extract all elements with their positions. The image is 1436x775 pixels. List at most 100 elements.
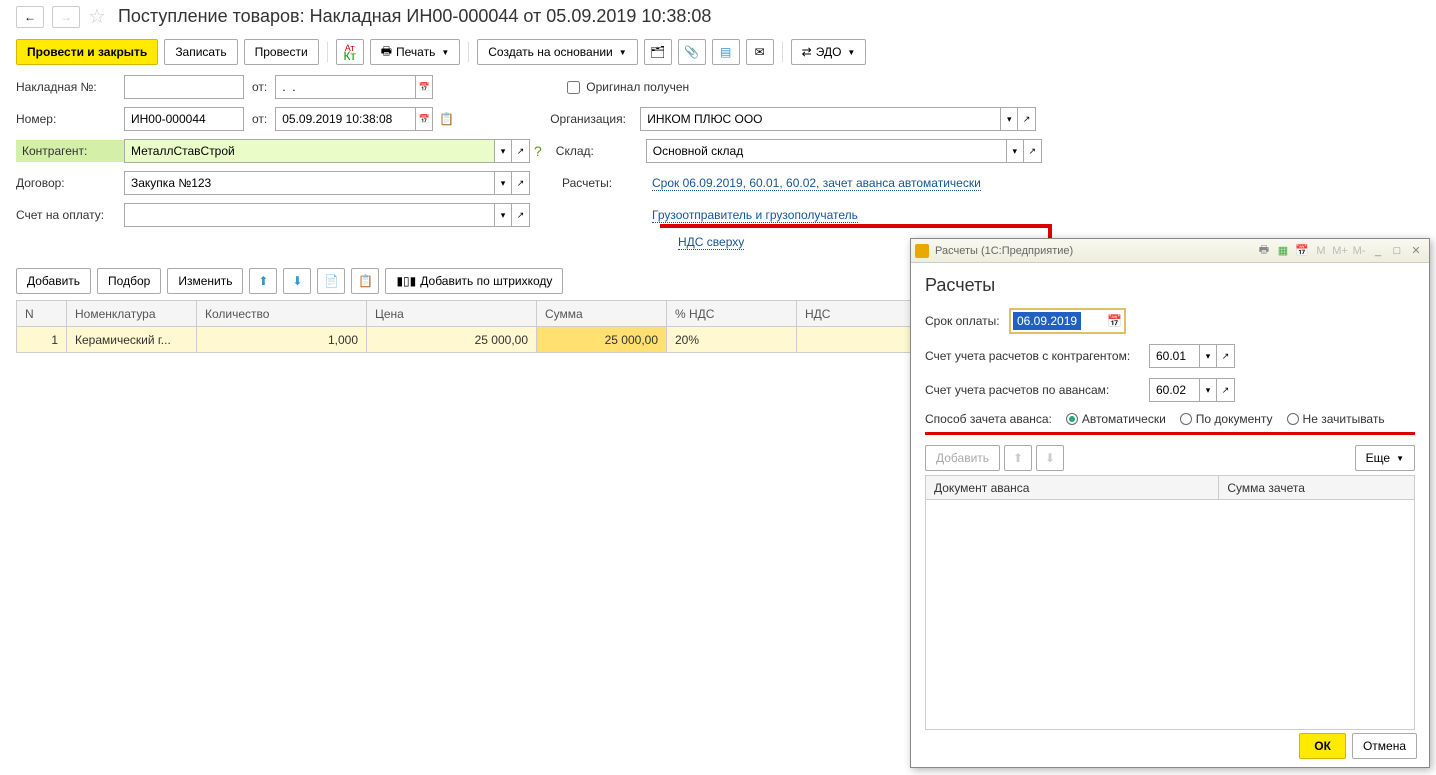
- invoice-no-input[interactable]: [124, 75, 244, 99]
- calendar-icon[interactable]: 📅: [415, 75, 433, 99]
- add-row-button[interactable]: Добавить: [16, 268, 91, 294]
- mplus-button[interactable]: M+: [1331, 242, 1349, 260]
- dropdown-icon[interactable]: ▾: [1006, 139, 1024, 163]
- payment-account-label: Счет на оплату:: [16, 208, 124, 222]
- radio-auto[interactable]: Автоматически: [1066, 412, 1166, 426]
- paste-icon[interactable]: 📋: [351, 268, 379, 294]
- advance-table: Документ аванса Сумма зачета: [925, 475, 1415, 500]
- col-n[interactable]: N: [17, 301, 67, 327]
- reglament-icon[interactable]: 📋: [439, 112, 454, 126]
- maximize-icon[interactable]: □: [1388, 242, 1406, 260]
- save-button[interactable]: Записать: [164, 39, 237, 65]
- cancel-button[interactable]: Отмена: [1352, 733, 1417, 759]
- org-label: Организация:: [550, 112, 640, 126]
- help-icon[interactable]: ?: [534, 143, 542, 159]
- open-icon[interactable]: ↗: [1024, 139, 1042, 163]
- shipper-link[interactable]: Грузоотправитель и грузополучатель: [652, 208, 858, 223]
- open-icon[interactable]: ↗: [512, 139, 530, 163]
- report-icon[interactable]: ▤: [712, 39, 740, 65]
- app-icon: [915, 244, 929, 258]
- datetime-input[interactable]: [275, 107, 415, 131]
- create-based-button[interactable]: Создать на основании▼: [477, 39, 637, 65]
- settlements-label: Расчеты:: [562, 176, 652, 190]
- mminus-button[interactable]: M-: [1350, 242, 1368, 260]
- back-button[interactable]: ←: [16, 6, 44, 28]
- print-button[interactable]: 🖶Печать▼: [370, 39, 461, 65]
- advance-method-label: Способ зачета аванса:: [925, 412, 1052, 426]
- favorite-star-icon[interactable]: ☆: [88, 4, 106, 29]
- col-doc[interactable]: Документ аванса: [926, 476, 1219, 500]
- acct-counterparty-label: Счет учета расчетов с контрагентом:: [925, 349, 1149, 363]
- structure-icon[interactable]: 🗂: [644, 39, 672, 65]
- warehouse-label: Склад:: [556, 144, 646, 158]
- dropdown-icon[interactable]: ▾: [1199, 378, 1217, 402]
- col-sum[interactable]: Сумма: [537, 301, 667, 327]
- open-icon[interactable]: ↗: [1217, 344, 1235, 368]
- printer-icon: 🖶: [381, 42, 392, 63]
- number-label: Номер:: [16, 112, 124, 126]
- open-icon[interactable]: ↗: [512, 203, 530, 227]
- dropdown-icon[interactable]: ▾: [494, 171, 512, 195]
- edo-button[interactable]: ⇄ЭДО▼: [791, 39, 867, 65]
- col-vat-pct[interactable]: % НДС: [667, 301, 797, 327]
- radio-bydoc[interactable]: По документу: [1180, 412, 1273, 426]
- copy-icon[interactable]: 📄: [317, 268, 345, 294]
- dropdown-icon[interactable]: ▾: [1199, 344, 1217, 368]
- org-input[interactable]: [640, 107, 1000, 131]
- counterparty-input[interactable]: [124, 139, 494, 163]
- open-icon[interactable]: ↗: [1217, 378, 1235, 402]
- radio-none[interactable]: Не зачитывать: [1287, 412, 1385, 426]
- due-date-input[interactable]: 06.09.2019: [1013, 312, 1081, 330]
- original-received-checkbox[interactable]: [567, 81, 580, 94]
- col-nomenclature[interactable]: Номенклатура: [67, 301, 197, 327]
- contract-input[interactable]: [124, 171, 494, 195]
- calendar-icon[interactable]: 📅: [1107, 314, 1122, 328]
- acct-counterparty-input[interactable]: [1149, 344, 1199, 368]
- invoice-date-input[interactable]: [275, 75, 415, 99]
- dropdown-icon[interactable]: ▾: [494, 203, 512, 227]
- warehouse-input[interactable]: [646, 139, 1006, 163]
- popup-add-button[interactable]: Добавить: [925, 445, 1000, 471]
- envelope-icon[interactable]: ✉: [746, 39, 774, 65]
- forward-button[interactable]: →: [52, 6, 80, 28]
- payment-account-input[interactable]: [124, 203, 494, 227]
- col-sum-offset[interactable]: Сумма зачета: [1219, 476, 1415, 500]
- move-down-icon[interactable]: ⬇: [283, 268, 311, 294]
- barcode-icon: ▮▯▮: [396, 274, 416, 288]
- edo-icon: ⇄: [802, 45, 812, 59]
- attach-icon[interactable]: 📎: [678, 39, 706, 65]
- number-input[interactable]: [124, 107, 244, 131]
- vat-link[interactable]: НДС сверху: [678, 235, 744, 250]
- m-button[interactable]: M: [1312, 242, 1330, 260]
- minimize-icon[interactable]: _: [1369, 242, 1387, 260]
- contract-label: Договор:: [16, 176, 124, 190]
- calendar-icon[interactable]: 📅: [415, 107, 433, 131]
- col-qty[interactable]: Количество: [197, 301, 367, 327]
- post-button[interactable]: Провести: [244, 39, 319, 65]
- popup-title: Расчеты: [925, 275, 1415, 296]
- dropdown-icon[interactable]: ▾: [1000, 107, 1018, 131]
- dtkt-icon[interactable]: АтКт: [336, 39, 364, 65]
- grid-icon[interactable]: ▦: [1274, 242, 1292, 260]
- print-icon[interactable]: 🖶: [1255, 242, 1273, 260]
- ok-button[interactable]: ОК: [1299, 733, 1346, 759]
- edit-button[interactable]: Изменить: [167, 268, 243, 294]
- dropdown-icon[interactable]: ▾: [494, 139, 512, 163]
- move-up-icon[interactable]: ⬆: [249, 268, 277, 294]
- post-and-close-button[interactable]: Провести и закрыть: [16, 39, 158, 65]
- col-price[interactable]: Цена: [367, 301, 537, 327]
- barcode-button[interactable]: ▮▯▮Добавить по штрихкоду: [385, 268, 563, 294]
- popup-window-title: Расчеты (1С:Предприятие): [935, 245, 1254, 257]
- open-icon[interactable]: ↗: [512, 171, 530, 195]
- acct-advance-input[interactable]: [1149, 378, 1199, 402]
- move-down-icon[interactable]: ⬇: [1036, 445, 1064, 471]
- calendar-small-icon[interactable]: 📅: [1293, 242, 1311, 260]
- advance-table-body[interactable]: [925, 500, 1415, 730]
- settlements-link[interactable]: Срок 06.09.2019, 60.01, 60.02, зачет ава…: [652, 176, 981, 191]
- move-up-icon[interactable]: ⬆: [1004, 445, 1032, 471]
- pick-button[interactable]: Подбор: [97, 268, 161, 294]
- more-button[interactable]: Еще▼: [1355, 445, 1415, 471]
- close-icon[interactable]: ✕: [1407, 242, 1425, 260]
- settlements-popup: Расчеты (1С:Предприятие) 🖶 ▦ 📅 M M+ M- _…: [910, 238, 1430, 768]
- open-icon[interactable]: ↗: [1018, 107, 1036, 131]
